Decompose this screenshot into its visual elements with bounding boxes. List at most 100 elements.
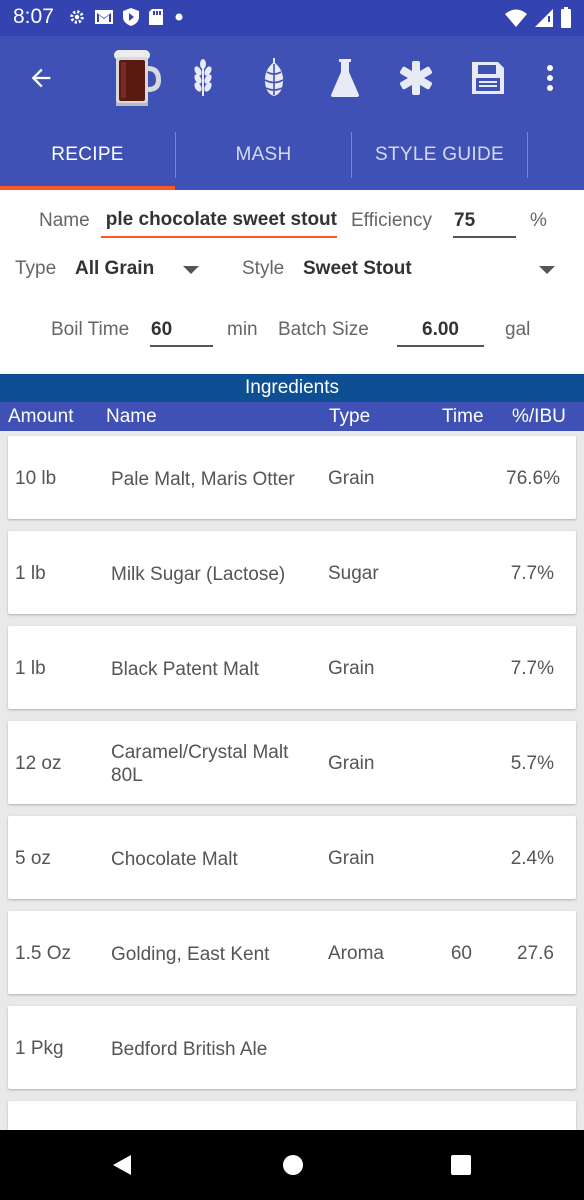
tab-mash[interactable]: MASH (176, 120, 351, 190)
efficiency-input[interactable]: 75 (454, 210, 475, 232)
boil-time-input[interactable]: 60 (151, 319, 172, 341)
ingredient-ibu: 7.7% (510, 658, 554, 679)
ingredient-row[interactable]: 1 Pkg Bedford British Ale (8, 1006, 576, 1089)
ingredient-name: Milk Sugar (Lactose) (111, 564, 286, 585)
ingredient-amount: 12 oz (15, 753, 62, 774)
ingredients-header: Ingredients (0, 374, 584, 402)
cell-signal-icon (535, 9, 553, 27)
more-vert-icon (547, 65, 553, 91)
wifi-icon (505, 9, 527, 27)
ingredient-time: 60 (450, 943, 472, 964)
boil-time-underline (150, 345, 213, 347)
app-toolbar (0, 36, 584, 120)
back-button[interactable] (17, 54, 65, 102)
ingredients-list[interactable]: 10 lb Pale Malt, Maris Otter Grain 76.6%… (0, 431, 584, 1130)
efficiency-unit: % (530, 210, 547, 231)
back-arrow-icon (31, 68, 51, 88)
overflow-menu-button[interactable] (526, 54, 574, 102)
ingredients-column-header: Amount Name Type Time %/IBU (0, 402, 584, 431)
ingredient-amount: 10 lb (15, 468, 57, 489)
column-ibu: %/IBU (512, 406, 566, 427)
ingredient-ibu: 27.6 (517, 943, 554, 964)
tab-bar: RECIPE MASH STYLE GUIDE (0, 120, 584, 190)
ingredient-type: Sugar (328, 563, 379, 584)
battery-icon (561, 7, 571, 28)
ingredient-amount: 5 oz (15, 848, 51, 869)
batch-size-unit: gal (505, 319, 531, 340)
batch-size-label: Batch Size (278, 319, 369, 340)
ingredient-row[interactable]: 1 lb Milk Sugar (Lactose) Sugar 7.7% (8, 531, 576, 614)
settings-notification-icon (70, 10, 84, 24)
recipe-name-input[interactable]: ple chocolate sweet stout (101, 206, 337, 238)
ingredient-ibu: 2.4% (510, 848, 554, 869)
flask-icon (331, 59, 359, 97)
ingredient-row[interactable]: 5 oz Chocolate Malt Grain 2.4% (8, 816, 576, 899)
chevron-down-icon (539, 266, 555, 274)
fermentables-button[interactable] (179, 54, 227, 102)
back-triangle-icon[interactable] (110, 1153, 134, 1177)
recipe-name-value: ple chocolate sweet stout (105, 209, 337, 230)
column-time: Time (442, 406, 484, 427)
ingredient-name: Caramel/Crystal Malt 80L (111, 742, 289, 786)
asterisk-icon (400, 61, 432, 95)
sd-card-notification-icon (149, 9, 163, 25)
ingredient-row[interactable]: 1 lb Black Patent Malt Grain 7.7% (8, 626, 576, 709)
batch-size-input[interactable]: 6.00 (397, 319, 484, 341)
efficiency-underline (453, 236, 516, 238)
ingredient-row[interactable]: 10 lb Pale Malt, Maris Otter Grain 76.6% (8, 436, 576, 519)
ingredient-ibu: 76.6% (506, 468, 560, 489)
efficiency-label: Efficiency (351, 210, 432, 231)
ingredient-name: Chocolate Malt (111, 849, 238, 870)
tab-recipe[interactable]: RECIPE (0, 120, 175, 190)
ingredient-name: Pale Malt, Maris Otter (111, 469, 295, 490)
hop-icon (264, 58, 284, 96)
dot-notification-icon (175, 13, 183, 21)
recipe-form: Name ple chocolate sweet stout Efficienc… (0, 190, 584, 373)
ingredient-name: Golding, East Kent (111, 944, 270, 965)
system-navigation-bar (0, 1130, 584, 1200)
boil-time-unit: min (227, 319, 258, 340)
batch-size-underline (397, 345, 484, 347)
save-button[interactable] (464, 54, 512, 102)
recents-square-icon[interactable] (450, 1154, 472, 1176)
home-circle-icon[interactable] (281, 1153, 305, 1177)
ingredient-ibu: 7.7% (510, 563, 554, 584)
save-icon (472, 62, 504, 94)
recipe-name-underline (101, 236, 337, 238)
name-label: Name (39, 210, 90, 231)
ingredient-type: Grain (328, 753, 375, 774)
boil-time-label: Boil Time (51, 319, 130, 340)
recipe-beer-button[interactable] (106, 44, 166, 110)
ingredient-type: Grain (328, 658, 375, 679)
ingredient-name: Bedford British Ale (111, 1039, 268, 1060)
style-label: Style (242, 258, 285, 279)
ingredient-row[interactable] (8, 1101, 576, 1130)
type-label: Type (15, 258, 57, 279)
column-amount: Amount (8, 406, 74, 427)
style-selected-value: Sweet Stout (303, 258, 412, 279)
column-type: Type (329, 406, 371, 427)
tab-divider (527, 132, 528, 178)
style-dropdown[interactable]: Sweet Stout (303, 252, 563, 286)
ingredient-amount: 1 Pkg (15, 1038, 64, 1059)
status-bar: 8:07 (0, 0, 584, 36)
ingredient-type: Grain (328, 468, 375, 489)
ingredient-amount: 1 lb (15, 658, 46, 679)
beer-mug-icon (114, 50, 161, 106)
ingredient-row[interactable]: 1.5 Oz Golding, East Kent Aroma 60 27.6 (8, 911, 576, 994)
grain-icon (194, 59, 212, 96)
ingredient-amount: 1 lb (15, 563, 46, 584)
hops-button[interactable] (250, 54, 298, 102)
yeast-button[interactable] (321, 54, 369, 102)
ingredient-type: Grain (328, 848, 375, 869)
column-name: Name (106, 406, 157, 427)
chevron-down-icon (183, 266, 199, 274)
misc-button[interactable] (392, 54, 440, 102)
ingredient-row[interactable]: 12 oz Caramel/Crystal Malt 80L Grain 5.7… (8, 721, 576, 804)
ingredient-name: Black Patent Malt (111, 659, 259, 680)
type-selected-value: All Grain (75, 258, 155, 279)
type-dropdown[interactable]: All Grain (75, 252, 205, 286)
ingredient-amount: 1.5 Oz (15, 943, 71, 964)
tab-style-guide[interactable]: STYLE GUIDE (352, 120, 527, 190)
shield-notification-icon (123, 8, 139, 26)
